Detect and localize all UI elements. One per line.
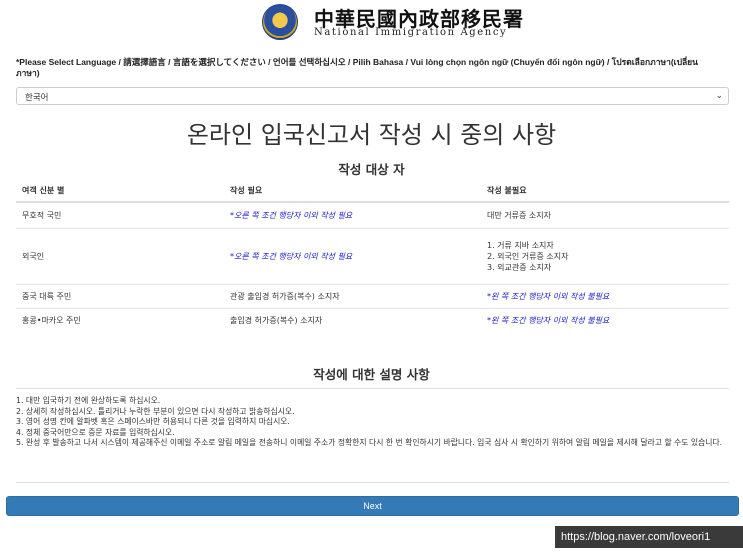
table-row: 외국인 *오른 쪽 조건 행당자 이외 작성 필요 1. 거류 지바 소지자 2… [16,227,729,284]
site-header: 中華民國內政部移民署 National Immigration Agency [0,0,743,46]
targets-section-title: 작성 대상 자 [338,162,405,177]
table-cell: 관광 출입경 허가증(복수) 소지자 [224,283,481,308]
table-cell: 출입경 허가증(복수) 소지자 [224,307,481,332]
agency-seal-logo [262,4,298,40]
instructions-list: 1. 대만 입국하기 전에 완상하도록 하십시오. 2. 상세히 작성하십시오.… [16,388,729,449]
column-header-required: 작성 필요 [224,180,481,203]
list-item: 3. 외교관증 소지자 [487,262,552,272]
table-cell: *오른 쪽 조건 행당자 이외 작성 필요 [224,201,481,228]
list-item: 3. 영어 성명 칸에 알파벳 혹은 스페이스바만 허용되니 다른 것을 입력하… [16,417,290,426]
table-cell: *왼 쪽 조건 행당자 이외 작성 불필요 [481,307,729,332]
language-select[interactable]: 한국어 ⌄ [16,87,729,105]
table-cell: 외국인 [16,227,224,284]
target-table: 여객 신분 별 작성 필요 작성 불필요 무호적 국민 *오른 쪽 조건 행당자… [16,180,729,332]
table-cell: *왼 쪽 조건 행당자 이외 작성 불필요 [481,283,729,308]
table-row: 홍콩•마카오 주민 출입경 허가증(복수) 소지자 *왼 쪽 조건 행당자 이외… [16,307,729,332]
table-header-row: 여객 신분 별 작성 필요 작성 불필요 [16,180,729,203]
column-header-not-required: 작성 불필요 [481,180,729,203]
blog-watermark: https://blog.naver.com/loveori1 [555,526,743,548]
language-select-label: *Please Select Language / 請選擇語言 / 言語を選択し… [16,57,698,78]
table-cell: 대만 거류증 소지자 [481,201,729,228]
column-header-identity: 여객 신분 별 [16,180,224,203]
table-cell: 중국 대륙 주민 [16,283,224,308]
table-cell: 홍콩•마카오 주민 [16,307,224,332]
table-cell: 무호적 국민 [16,201,224,228]
next-button[interactable]: Next [6,496,739,516]
table-row: 중국 대륙 주민 관광 출입경 허가증(복수) 소지자 *왼 쪽 조건 행당자 … [16,283,729,308]
list-item: 1. 거류 지바 소지자 [487,240,554,250]
table-cell: 1. 거류 지바 소지자 2. 외국인 거류증 소지자 3. 외교관증 소지자 [481,227,729,284]
list-item: 2. 외국인 거류증 소지자 [487,251,569,261]
table-cell: *오른 쪽 조건 행당자 이외 작성 필요 [224,227,481,284]
language-selected-value: 한국어 [25,92,49,102]
agency-name-english: National Immigration Agency [314,27,508,38]
page-title: 온라인 입국신고서 작성 시 중의 사항 [186,121,557,149]
divider [16,482,729,483]
instructions-section-title: 작성에 대한 설명 사항 [313,367,430,382]
list-item: 5. 완성 후 발송하고 나서 시스템이 제공해주신 이메일 주소로 알림 메일… [16,438,723,447]
table-row: 무호적 국민 *오른 쪽 조건 행당자 이외 작성 필요 대만 거류증 소지자 [16,201,729,228]
list-item: 2. 상세히 작성하십시오. 틀리거나 누락한 부분이 있으면 다시 작성하고 … [16,406,295,416]
chevron-down-icon: ⌄ [715,90,723,100]
list-item: 4. 정체 중국어만으로 증문 자료를 입력하십시오. [16,427,175,437]
list-item: 1. 대만 입국하기 전에 완상하도록 하십시오. [16,396,161,405]
